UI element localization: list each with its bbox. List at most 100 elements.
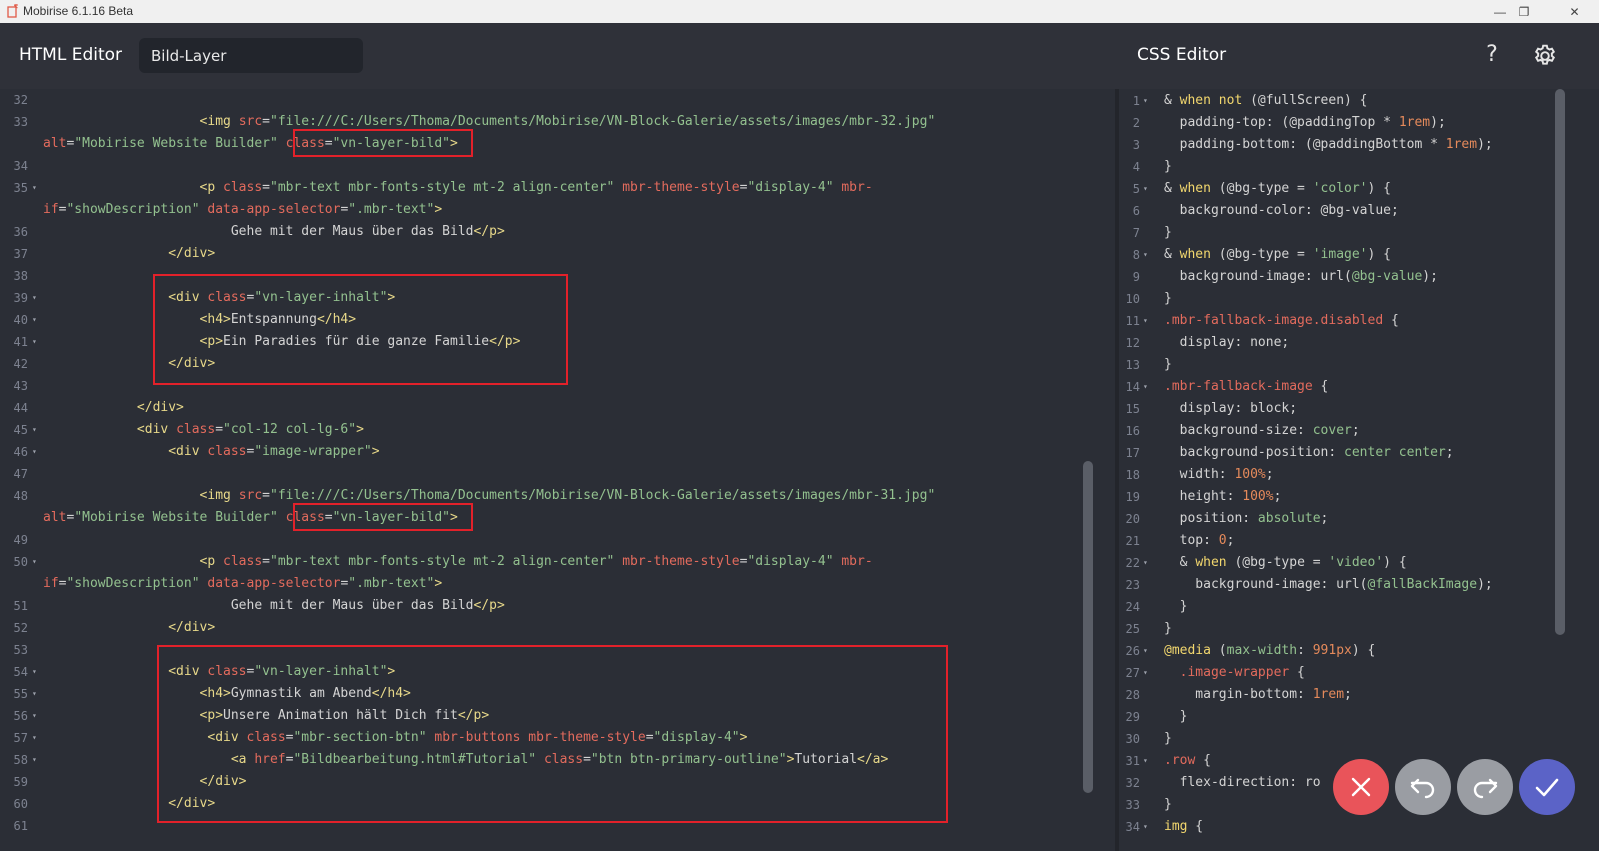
fold-toggle-icon[interactable]: ▾ bbox=[32, 441, 37, 463]
line-number: 26 bbox=[1125, 644, 1140, 658]
html-code-editor[interactable]: 32 33 <img src="file:///C:/Users/Thoma/Do… bbox=[0, 89, 1117, 851]
css-code-editor[interactable]: 1 ▾ & when not (@fullScreen) {2 padding-to… bbox=[1119, 89, 1599, 851]
code-token: Gehe mit der Maus über das Bild bbox=[43, 598, 474, 613]
highlight-box-class-1 bbox=[293, 129, 473, 157]
fold-toggle-icon[interactable]: ▾ bbox=[32, 683, 37, 705]
fold-toggle-icon[interactable]: ▾ bbox=[32, 309, 37, 331]
close-icon bbox=[1351, 777, 1371, 797]
code-token: ) { bbox=[1351, 643, 1376, 658]
line-number: 27 bbox=[1125, 666, 1140, 680]
fold-toggle-icon[interactable]: ▾ bbox=[32, 287, 37, 309]
fold-toggle-icon[interactable]: ▾ bbox=[32, 419, 37, 441]
line-number: 4 bbox=[1132, 160, 1140, 174]
line-number: 58 bbox=[13, 753, 28, 767]
code-token: mbr-theme-style bbox=[622, 180, 740, 195]
line-number: 22 bbox=[1125, 556, 1140, 570]
code-text: </div> bbox=[43, 617, 215, 639]
redo-button[interactable] bbox=[1457, 759, 1513, 815]
line-number: 31 bbox=[1125, 754, 1140, 768]
code-token: mbr- bbox=[841, 180, 873, 195]
fold-toggle-icon[interactable]: ▾ bbox=[1143, 640, 1148, 662]
fold-toggle-icon[interactable]: ▾ bbox=[32, 177, 37, 199]
maximize-button[interactable]: ❐ bbox=[1499, 0, 1549, 23]
code-token: : bbox=[1297, 643, 1313, 658]
fold-toggle-icon[interactable]: ▾ bbox=[1143, 816, 1148, 838]
code-text: } bbox=[1164, 728, 1172, 750]
html-editor-scrollbar[interactable] bbox=[1083, 461, 1093, 793]
close-window-button[interactable]: ✕ bbox=[1550, 0, 1599, 23]
close-icon: ✕ bbox=[1569, 4, 1580, 19]
code-token: alt bbox=[43, 136, 67, 151]
code-token: 1rem bbox=[1398, 115, 1431, 130]
window-titlebar: Mobirise 6.1.16 Beta — ❐ ✕ bbox=[0, 0, 1599, 23]
code-token: background-size: bbox=[1164, 423, 1313, 438]
fold-toggle-icon[interactable]: ▾ bbox=[1143, 552, 1148, 574]
line-number: 49 bbox=[13, 533, 28, 547]
code-token: ) { bbox=[1383, 555, 1407, 570]
editor-header: HTML Editor CSS Editor ? bbox=[0, 23, 1599, 89]
highlight-box-layer-content-1 bbox=[153, 274, 568, 385]
line-number: 29 bbox=[1125, 710, 1140, 724]
code-text: & when not (@fullScreen) { bbox=[1164, 90, 1368, 112]
code-token: 100% bbox=[1234, 467, 1266, 482]
css-editor-title: CSS Editor bbox=[1137, 45, 1227, 65]
code-token: "mbr-text mbr-fonts-style mt-2 align-cen… bbox=[270, 554, 615, 569]
code-token: 1rem bbox=[1312, 687, 1345, 702]
line-number: 53 bbox=[13, 643, 28, 657]
fold-toggle-icon[interactable]: ▾ bbox=[32, 705, 37, 727]
fold-toggle-icon[interactable]: ▾ bbox=[1143, 376, 1148, 398]
code-token: "file:///C:/Users/Thoma/Documents/Mobiri… bbox=[270, 488, 936, 503]
code-token: @fallBackImage bbox=[1367, 577, 1478, 592]
fold-toggle-icon[interactable]: ▾ bbox=[32, 331, 37, 353]
code-text: background-size: cover; bbox=[1164, 420, 1360, 442]
code-token: ); bbox=[1422, 269, 1438, 284]
undo-button[interactable] bbox=[1395, 759, 1451, 815]
fold-toggle-icon[interactable]: ▾ bbox=[1143, 750, 1148, 772]
code-token: cover bbox=[1312, 423, 1352, 438]
code-text: background-color: @bg-value; bbox=[1164, 200, 1399, 222]
code-text: } bbox=[1164, 156, 1172, 178]
code-token: background-color: @bg-value; bbox=[1164, 203, 1399, 218]
code-token: display: block; bbox=[1164, 401, 1298, 416]
code-token: .row bbox=[1164, 753, 1196, 768]
fold-toggle-icon[interactable]: ▾ bbox=[1143, 178, 1148, 200]
line-number: 32 bbox=[1125, 776, 1140, 790]
save-button[interactable] bbox=[1519, 759, 1575, 815]
code-text: top: 0; bbox=[1164, 530, 1235, 552]
fold-toggle-icon[interactable]: ▾ bbox=[32, 727, 37, 749]
code-token: <div bbox=[168, 444, 200, 459]
code-token: (@bg-type = bbox=[1210, 181, 1313, 196]
code-token: not bbox=[1218, 93, 1243, 108]
code-token: background-image: url( bbox=[1164, 269, 1352, 284]
line-number: 5 bbox=[1132, 182, 1140, 196]
fold-toggle-icon[interactable]: ▾ bbox=[1143, 244, 1148, 266]
fold-toggle-icon[interactable]: ▾ bbox=[1143, 662, 1148, 684]
line-number: 43 bbox=[13, 379, 28, 393]
code-token: (@fullScreen) { bbox=[1242, 93, 1368, 108]
code-token: when bbox=[1195, 555, 1227, 570]
cancel-button[interactable] bbox=[1333, 759, 1389, 815]
gear-icon[interactable] bbox=[1532, 43, 1558, 69]
fold-toggle-icon[interactable]: ▾ bbox=[32, 661, 37, 683]
code-token: display: none; bbox=[1164, 335, 1290, 350]
help-icon[interactable]: ? bbox=[1478, 41, 1506, 69]
css-editor-scrollbar[interactable] bbox=[1555, 89, 1565, 635]
fold-toggle-icon[interactable]: ▾ bbox=[32, 749, 37, 771]
code-token: </div> bbox=[168, 246, 216, 261]
code-text: flex-direction: ro bbox=[1164, 772, 1321, 794]
block-name-input[interactable] bbox=[139, 38, 363, 73]
fold-toggle-icon[interactable]: ▾ bbox=[1143, 90, 1148, 112]
code-text: .mbr-fallback-image.disabled { bbox=[1164, 310, 1399, 332]
fold-toggle-icon[interactable]: ▾ bbox=[1143, 310, 1148, 332]
code-token: ".mbr-text" bbox=[348, 576, 435, 591]
code-token: class bbox=[207, 444, 247, 459]
code-token: if bbox=[43, 202, 59, 217]
code-token: } bbox=[1164, 709, 1188, 724]
code-token: .mbr-fallback-image bbox=[1164, 379, 1313, 394]
fold-toggle-icon[interactable]: ▾ bbox=[32, 551, 37, 573]
code-text: background-image: url(@bg-value); bbox=[1164, 266, 1438, 288]
